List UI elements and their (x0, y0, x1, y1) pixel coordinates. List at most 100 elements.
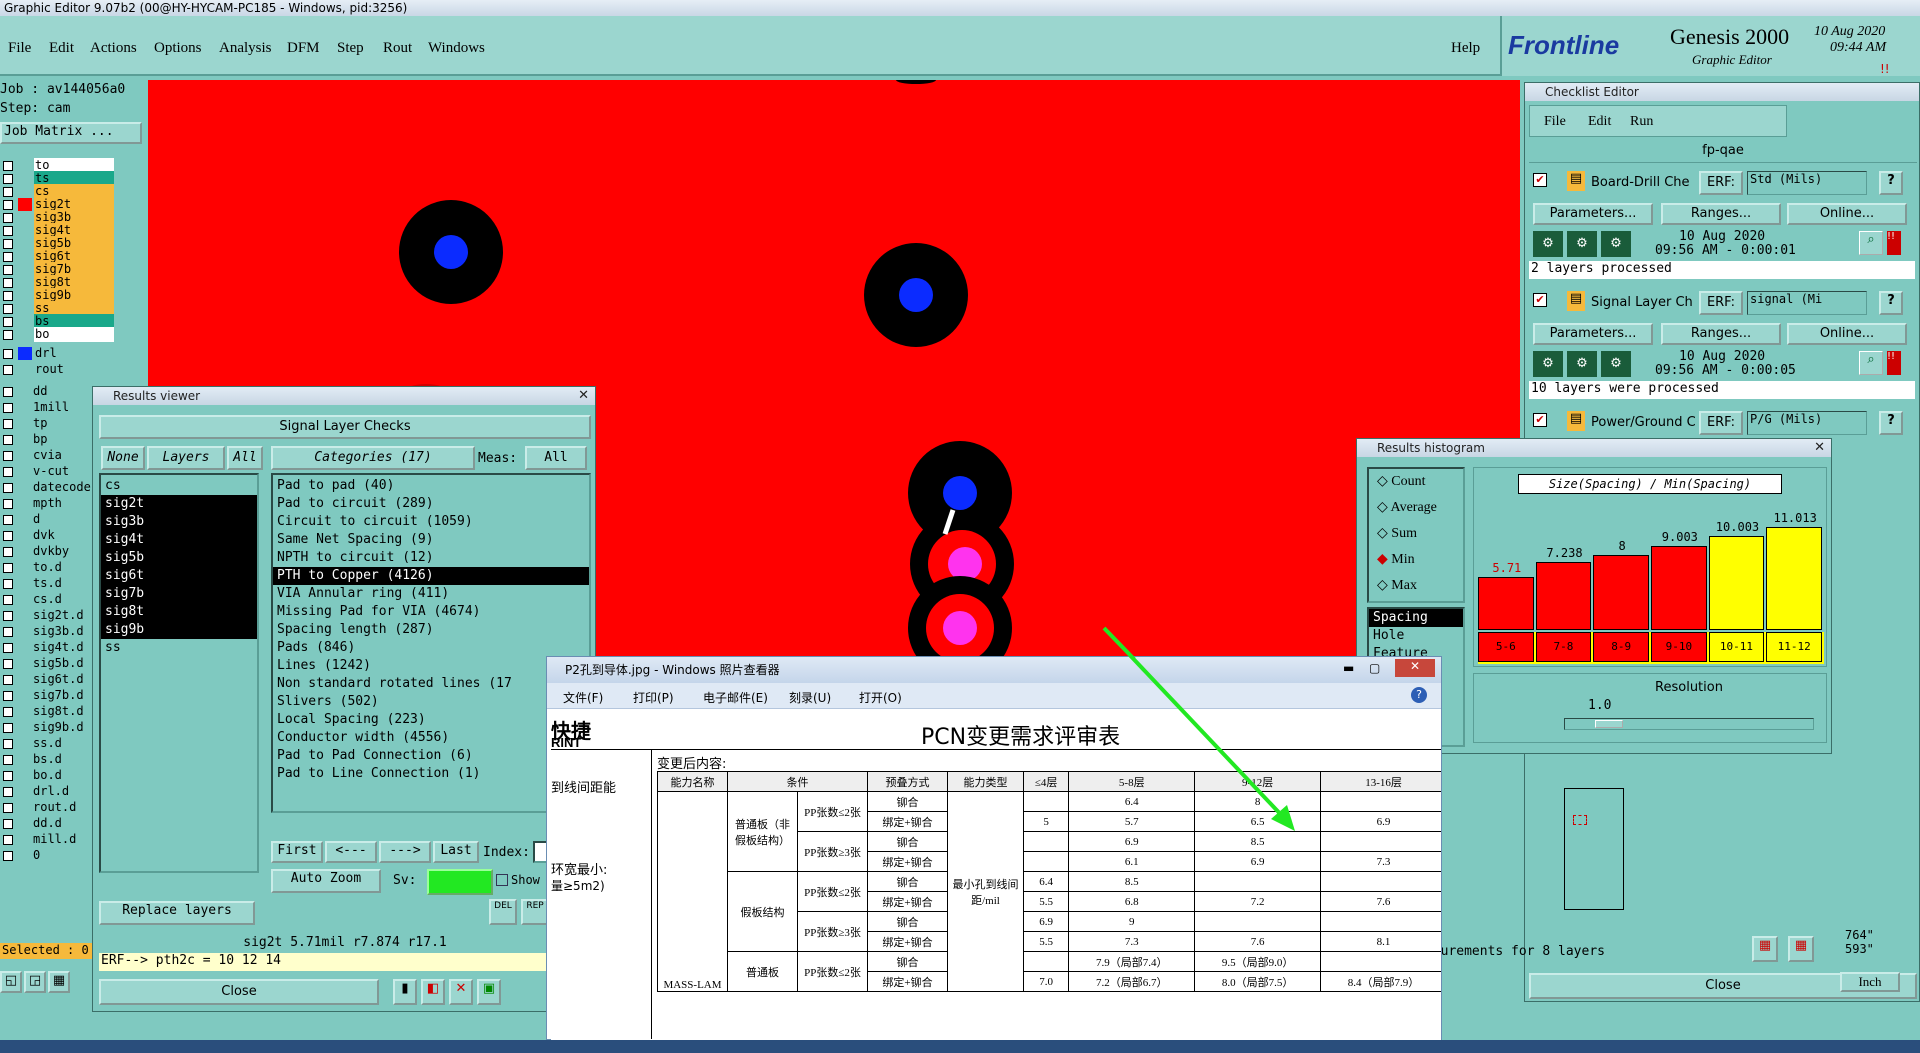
histogram-bar[interactable] (1766, 527, 1822, 630)
drill-layer-row[interactable]: drl (0, 346, 146, 361)
drill-layer-row[interactable]: rout (0, 362, 146, 377)
layer-checkbox[interactable] (3, 291, 13, 301)
category-item[interactable]: Pad to circuit (289) (273, 495, 589, 513)
category-item[interactable]: Pads (846) (273, 639, 589, 657)
result-layer-item[interactable]: sig9b (101, 621, 257, 639)
menu-dfm[interactable]: DFM (287, 40, 320, 57)
category-item[interactable]: Lines (1242) (273, 657, 589, 675)
prev-button[interactable]: <--- (325, 841, 377, 863)
layer-row[interactable]: bo (0, 327, 146, 342)
layers-button[interactable]: Layers (147, 446, 225, 470)
histogram-icon-1[interactable]: ▦ (1752, 936, 1778, 962)
category-item[interactable]: NPTH to circuit (12) (273, 549, 589, 567)
histogram-bar[interactable] (1478, 577, 1534, 630)
layer-checkbox[interactable] (3, 265, 13, 275)
layer-checkbox[interactable] (3, 435, 13, 445)
layer-checkbox[interactable] (3, 387, 13, 397)
close-icon[interactable]: ✕ (578, 387, 589, 405)
layer-checkbox[interactable] (3, 226, 13, 236)
board-preview[interactable] (1564, 788, 1624, 910)
layer-checkbox[interactable] (3, 239, 13, 249)
layer-checkbox[interactable] (3, 515, 13, 525)
result-layer-item[interactable]: sig4t (101, 531, 257, 549)
menu-actions[interactable]: Actions (90, 40, 137, 57)
erf-value[interactable]: P/G (Mils) (1747, 411, 1867, 435)
run-icon[interactable]: ⚙ (1567, 231, 1597, 257)
layer-checkbox[interactable] (3, 723, 13, 733)
action-icon-4[interactable]: ▣ (477, 979, 501, 1005)
menu-file[interactable]: File (8, 40, 31, 57)
layer-checkbox[interactable] (3, 467, 13, 477)
tool-icon-1[interactable]: ◱ (0, 971, 22, 993)
category-item[interactable]: Non standard rotated lines (17 (273, 675, 589, 693)
layer-checkbox[interactable] (3, 595, 13, 605)
job-matrix-button[interactable]: Job Matrix ... (0, 122, 142, 144)
layer-list[interactable]: cs sig2t sig3b sig4t sig5b sig6t sig7b sig8t sig… (99, 473, 259, 873)
result-layer-item[interactable]: sig5b (101, 549, 257, 567)
menu-step[interactable]: Step (337, 40, 364, 57)
menu-rout[interactable]: Rout (383, 40, 412, 57)
layer-checkbox[interactable] (3, 187, 13, 197)
ranges-button[interactable]: Ranges... (1661, 203, 1781, 225)
none-button[interactable]: None (101, 446, 145, 470)
check-help-icon[interactable]: ? (1879, 411, 1903, 435)
histogram-list-item[interactable]: Spacing (1369, 609, 1463, 627)
all-button[interactable]: All (227, 446, 263, 470)
category-item[interactable]: Circuit to circuit (1059) (273, 513, 589, 531)
aggregate-option-max[interactable]: ◇ Max (1369, 573, 1463, 599)
menu-edit[interactable]: Edit (49, 40, 74, 57)
histogram-list-item[interactable]: Hole (1369, 627, 1463, 645)
layer-checkbox[interactable] (3, 499, 13, 509)
check-help-icon[interactable]: ? (1879, 171, 1903, 195)
layer-checkbox[interactable] (3, 330, 13, 340)
result-layer-item[interactable]: sig6t (101, 567, 257, 585)
show-checkbox[interactable] (496, 874, 508, 886)
erf-value[interactable]: Std (Mils) (1747, 171, 1867, 195)
ranges-button[interactable]: Ranges... (1661, 323, 1781, 345)
result-layer-item[interactable]: sig2t (101, 495, 257, 513)
categories-button[interactable]: Categories (17) (271, 446, 475, 470)
replace-layers-button[interactable]: Replace layers (99, 901, 255, 925)
layer-checkbox[interactable] (3, 403, 13, 413)
layer-checkbox[interactable] (3, 213, 13, 223)
category-item[interactable]: Pad to Pad Connection (6) (273, 747, 589, 765)
next-button[interactable]: ---> (379, 841, 431, 863)
online-button[interactable]: Online... (1787, 203, 1907, 225)
layer-checkbox[interactable] (3, 419, 13, 429)
result-layer-item[interactable]: sig7b (101, 585, 257, 603)
result-layer-item[interactable]: ss (101, 639, 257, 657)
checklist-menu-run[interactable]: Run (1630, 114, 1653, 130)
histogram-bar[interactable] (1651, 546, 1707, 630)
check-enable-checkbox[interactable]: ✔ (1533, 173, 1547, 187)
layer-checkbox[interactable] (3, 755, 13, 765)
checklist-menu-edit[interactable]: Edit (1588, 114, 1611, 130)
category-item[interactable]: Slivers (502) (273, 693, 589, 711)
category-item[interactable]: PTH to Copper (4126) (273, 567, 589, 585)
tool-icon-2[interactable]: ◲ (24, 971, 46, 993)
histogram-bar[interactable] (1708, 536, 1765, 630)
category-item[interactable]: Pad to Line Connection (1) (273, 765, 589, 783)
online-button[interactable]: Online... (1787, 323, 1907, 345)
menu-windows[interactable]: Windows (428, 40, 485, 57)
layer-checkbox[interactable] (3, 835, 13, 845)
layer-checkbox[interactable] (3, 200, 13, 210)
category-list[interactable]: Pad to pad (40) Pad to circuit (289) Circu… (271, 473, 591, 813)
layer-checkbox[interactable] (3, 691, 13, 701)
layer-checkbox[interactable] (3, 739, 13, 749)
result-layer-item[interactable]: cs (101, 477, 257, 495)
aggregate-option-min[interactable]: ◆ Min (1369, 547, 1463, 573)
layer-checkbox[interactable] (3, 707, 13, 717)
histogram-close-icon[interactable]: ✕ (1814, 439, 1825, 457)
layer-checkbox[interactable] (3, 563, 13, 573)
aggregate-option-count[interactable]: ◇ Count (1369, 469, 1463, 495)
result-layer-item[interactable]: sig8t (101, 603, 257, 621)
layer-checkbox[interactable] (3, 304, 13, 314)
layer-checkbox[interactable] (3, 278, 13, 288)
resolution-slider[interactable] (1564, 718, 1814, 730)
result-layer-item[interactable]: sig3b (101, 513, 257, 531)
layer-checkbox[interactable] (3, 174, 13, 184)
layer-checkbox[interactable] (3, 483, 13, 493)
layer-checkbox[interactable] (3, 819, 13, 829)
erf-value[interactable]: signal (Mi (1747, 291, 1867, 315)
layer-checkbox[interactable] (3, 547, 13, 557)
